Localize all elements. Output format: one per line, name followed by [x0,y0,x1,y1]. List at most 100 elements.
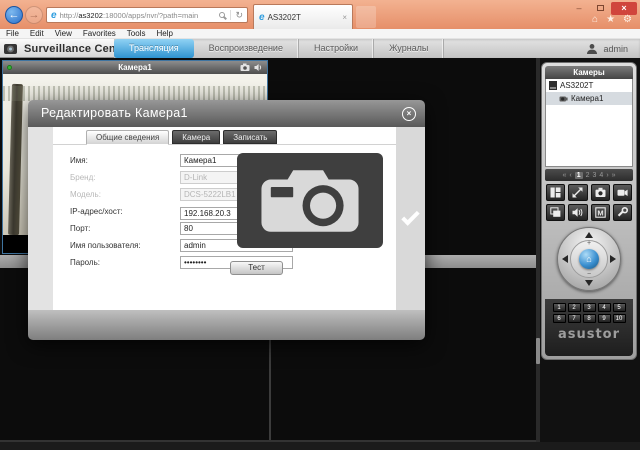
preset-1-button[interactable]: 1 [552,303,566,312]
asustor-logo: asustor [557,327,621,342]
username-label: Имя пользователя: [70,241,141,250]
address-bar[interactable]: e http://as3202:18000/apps/nvr/?path=mai… [46,7,248,23]
menu-edit[interactable]: Edit [30,29,44,38]
camera-pagination: « ‹ 1 2 3 4 › » [545,169,633,181]
menu-favorites[interactable]: Favorites [83,29,116,38]
gear-icon[interactable]: ⚙ [623,14,632,25]
search-icon[interactable] [219,12,226,18]
settings-button[interactable] [612,204,632,221]
page-2-button[interactable]: 2 [586,172,590,179]
tree-item-nas[interactable]: AS3202T [546,79,632,92]
app-navbar: Surveillance Center Трансляция Воспроизв… [0,39,640,61]
dialog-content-card: Общие сведения Камера Записать Имя: Брен… [53,127,396,310]
page-prev-button[interactable]: ‹ [569,172,571,179]
apply-strip[interactable] [396,127,425,310]
sidebar-toolbar: M [545,184,633,221]
address-bar-divider [230,10,232,20]
password-label: Пароль: [70,258,100,267]
refresh-icon[interactable]: ↻ [235,10,243,21]
sequence-button[interactable] [546,204,566,221]
browser-titlebar: ← → e http://as3202:18000/apps/nvr/?path… [0,0,640,29]
tab-live-view[interactable]: Трансляция [114,39,194,61]
app-brand: Surveillance Center [3,39,131,58]
layout-button[interactable] [546,184,566,201]
snapshot-icon[interactable] [240,63,250,72]
menu-help[interactable]: Help [156,29,172,38]
menu-file[interactable]: File [6,29,19,38]
preset-8-button[interactable]: 8 [582,314,596,323]
dialog-title: Редактировать Камера1 [41,106,188,120]
browser-back-button[interactable]: ← [5,6,23,24]
browser-quick-icons: ⌂ ★ ⚙ [592,14,632,25]
camera-tile-titlebar: Камера1 [3,61,267,74]
test-button[interactable]: Тест [230,261,283,275]
map-button[interactable]: M [590,204,610,221]
grid-bottom-edge [0,440,536,442]
page-last-button[interactable]: » [612,172,616,179]
preset-7-button[interactable]: 7 [567,314,581,323]
favorites-star-icon[interactable]: ★ [606,14,615,25]
audio-icon[interactable] [254,63,263,72]
sidebar-splitter[interactable] [536,58,540,442]
zoom-in-button[interactable]: + [587,240,591,247]
username-label: admin [603,43,628,54]
screen: ← → e http://as3202:18000/apps/nvr/?path… [0,0,640,450]
ptz-pad[interactable]: + − ⌂ [557,227,621,291]
snapshot-camera-icon [595,187,606,197]
fullscreen-button[interactable] [568,184,588,201]
browser-forward-button[interactable]: → [25,6,43,24]
preset-10-button[interactable]: 10 [612,314,626,323]
snapshot-button[interactable] [590,184,610,201]
tab-recording[interactable]: Записать [223,130,278,144]
dialog-tabs: Общие сведения Камера Записать [53,127,396,145]
new-tab-button[interactable] [356,6,376,28]
browser-tab[interactable]: e AS3202T × [253,4,353,29]
ptz-inner-ring: + − ⌂ [570,240,608,278]
preset-2-button[interactable]: 2 [567,303,581,312]
speaker-icon [572,208,583,217]
home-icon[interactable]: ⌂ [592,14,598,25]
splitter-handle[interactable] [536,338,540,364]
dialog-close-button[interactable]: × [402,107,416,121]
tab-general-info[interactable]: Общие сведения [86,130,170,145]
user-icon [587,43,598,54]
brand-label: Бренд: [70,173,96,182]
tab-logs[interactable]: Журналы [374,39,445,58]
dialog-footer [28,310,425,340]
surveillance-camera-icon [4,43,17,54]
user-menu[interactable]: admin [586,39,628,58]
video-recorder-icon [617,189,628,196]
preset-9-button[interactable]: 9 [597,314,611,323]
preset-4-button[interactable]: 4 [597,303,611,312]
checkmark-icon [401,206,420,226]
tab-playback[interactable]: Воспроизведение [194,39,299,58]
tree-item-camera[interactable]: Камера1 [546,92,632,105]
preset-6-button[interactable]: 6 [552,314,566,323]
ptz-right-icon[interactable] [610,255,616,263]
preset-5-button[interactable]: 5 [612,303,626,312]
ptz-up-icon[interactable] [585,232,593,238]
record-button[interactable] [612,184,632,201]
page-4-button[interactable]: 4 [599,172,603,179]
page-next-button[interactable]: › [606,172,608,179]
menu-view[interactable]: View [55,29,72,38]
tree-item-nas-label: AS3202T [560,81,594,90]
menu-tools[interactable]: Tools [127,29,146,38]
ptz-left-icon[interactable] [562,255,568,263]
audio-button[interactable] [568,204,588,221]
ptz-home-button[interactable]: ⌂ [579,249,599,269]
page-1-button[interactable]: 1 [574,171,583,179]
minimize-button[interactable]: – [569,2,589,15]
camera-tile-icons [240,63,263,72]
preset-3-button[interactable]: 3 [582,303,596,312]
tab-close-icon[interactable]: × [342,13,347,22]
brand-value: D-Link [184,173,208,182]
url-host: as3202 [78,10,103,20]
ptz-down-icon[interactable] [585,280,593,286]
zoom-out-button[interactable]: − [587,271,591,278]
svg-text:M: M [597,208,603,217]
page-first-button[interactable]: « [562,172,566,179]
tab-camera[interactable]: Камера [172,130,221,144]
tab-settings[interactable]: Настройки [299,39,375,58]
page-3-button[interactable]: 3 [593,172,597,179]
